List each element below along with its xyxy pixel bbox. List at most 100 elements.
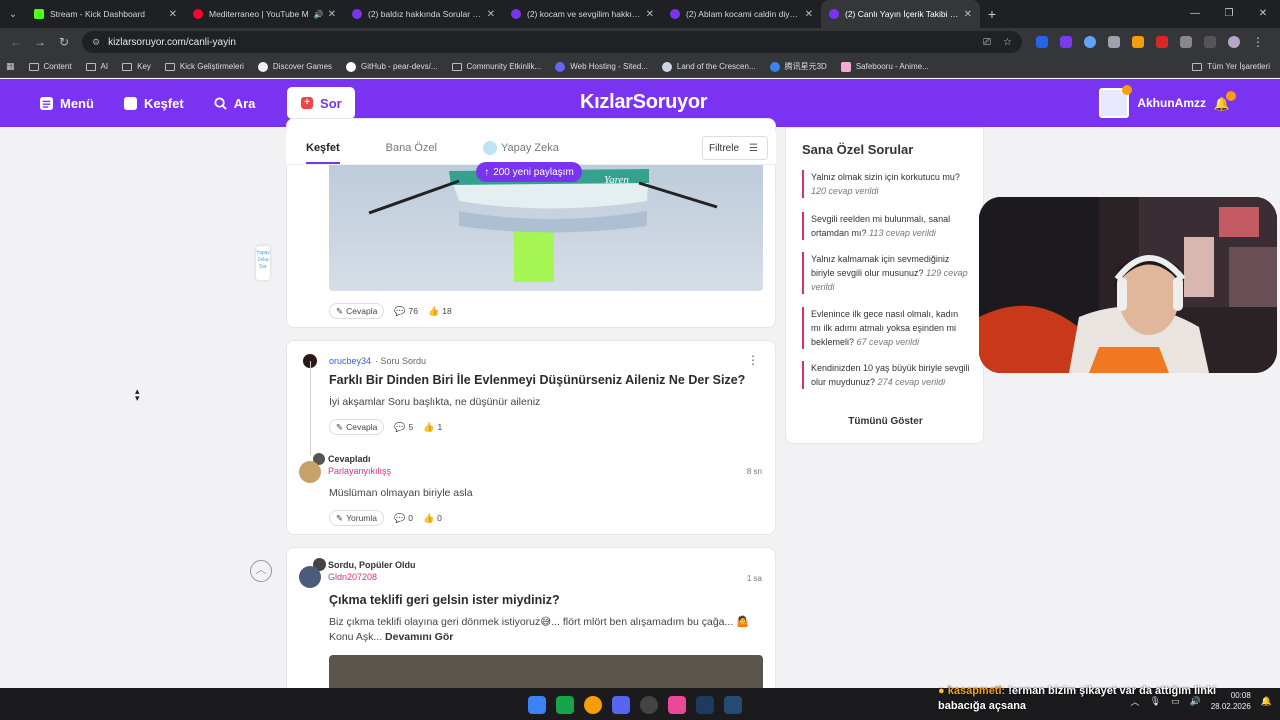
extension-icon[interactable]	[1060, 36, 1072, 48]
search-button[interactable]: Ara	[214, 96, 255, 111]
close-tab-icon[interactable]: ✕	[328, 9, 336, 20]
volume-icon[interactable]: 🔊	[1190, 696, 1201, 707]
close-tab-icon[interactable]: ✕	[646, 9, 654, 20]
bookmark-land-of-crescent[interactable]: Land of the Crescen...	[661, 61, 756, 72]
site-info-icon[interactable]: ⚙	[92, 37, 100, 48]
comment-count[interactable]: 💬 0	[394, 513, 413, 524]
avatar[interactable]	[299, 461, 321, 483]
sidebar-question[interactable]: Kendinizden 10 yaş büyük biriyle sevgili…	[802, 361, 970, 389]
comment-count[interactable]: 💬 5	[394, 422, 413, 433]
clock[interactable]: 00:08 28.02.2026	[1211, 690, 1251, 712]
minimize-icon[interactable]: —	[1178, 0, 1212, 28]
install-app-icon[interactable]: ⎚	[983, 37, 991, 48]
speaker-icon[interactable]: 🔊	[314, 10, 324, 19]
profile-avatar[interactable]	[1228, 36, 1240, 48]
tab-canli-yayin[interactable]: (2) Canlı Yayın İçerik Takibi - Kı ✕	[821, 0, 980, 28]
notification-center-icon[interactable]: 🔔	[1261, 696, 1272, 707]
post-image[interactable]	[329, 655, 763, 689]
tab-ai[interactable]: Yapay Zeka	[483, 140, 559, 155]
extension-icon[interactable]	[1084, 36, 1096, 48]
close-tab-icon[interactable]: ✕	[964, 9, 972, 20]
bookmark-tencent[interactable]: 腾讯星元3D	[769, 61, 827, 72]
tab-search-button[interactable]: ⌄	[0, 0, 26, 28]
bookmark-ai[interactable]: AI	[85, 62, 108, 71]
like-count[interactable]: 👍 18	[428, 306, 452, 317]
explore-button[interactable]: Keşfet	[123, 96, 184, 111]
app-icon[interactable]	[668, 696, 686, 714]
question-title[interactable]: Farklı Bir Dinden Biri İle Evlenmeyi Düş…	[329, 373, 745, 387]
forward-icon[interactable]: →	[28, 35, 52, 49]
monitor-icon[interactable]: ▭	[1171, 696, 1180, 707]
microphone-icon[interactable]: 🎙	[1150, 696, 1161, 707]
browser-menu-icon[interactable]: ⋮	[1252, 35, 1264, 49]
bookmark-key[interactable]: Key	[122, 62, 151, 71]
shield-extension-icon[interactable]	[1156, 36, 1168, 48]
post-author[interactable]: Gldn207208	[328, 572, 416, 582]
bookmark-discover-games[interactable]: Discover Games	[257, 61, 332, 72]
answer-button[interactable]: ✎ Cevapla	[329, 419, 385, 435]
like-count[interactable]: 👍 0	[423, 513, 442, 524]
chevron-up-icon[interactable]: ︿	[1131, 695, 1140, 708]
reload-icon[interactable]: ↻	[52, 35, 76, 49]
comment-count[interactable]: 💬 76	[394, 306, 418, 317]
bookmark-web-hosting[interactable]: Web Hosting - Sited...	[555, 61, 648, 72]
question-title[interactable]: Çıkma teklifi geri gelsin ister miydiniz…	[329, 593, 560, 607]
site-logo[interactable]: KızlarSoruyor	[580, 91, 708, 114]
extension-icon[interactable]	[1132, 36, 1144, 48]
steam-icon[interactable]	[724, 696, 742, 714]
tab-kocam[interactable]: (2) kocam ve sevgilim hakkında ✕	[503, 0, 662, 28]
reply-author[interactable]: Parlayanyıkılışş	[328, 466, 391, 476]
avatar[interactable]	[299, 566, 321, 588]
tab-baldiz[interactable]: (2) baldız hakkında Sorular - Kı ✕	[344, 0, 503, 28]
start-windows-icon[interactable]	[528, 696, 546, 714]
more-options-icon[interactable]: ⋮	[747, 353, 759, 367]
new-posts-pill[interactable]: ↑ 200 yeni paylaşım	[476, 162, 582, 182]
close-tab-icon[interactable]: ✕	[805, 9, 813, 20]
discord-icon[interactable]	[612, 696, 630, 714]
back-icon[interactable]: ←	[4, 35, 28, 49]
bookmark-community[interactable]: Community Etkinlik...	[451, 62, 541, 71]
sidebar-question[interactable]: Yalnız olmak sizin için korkutucu mu? 120…	[802, 170, 970, 198]
answer-button[interactable]: ✎ Cevapla	[329, 303, 385, 319]
chrome-icon[interactable]	[584, 696, 602, 714]
url-input[interactable]: ⚙ kizlarsoruyor.com/canli-yayin ⎚ ☆	[82, 31, 1022, 53]
new-tab-button[interactable]: +	[980, 0, 1004, 28]
bookmark-safebooru[interactable]: Safebooru - Anime...	[840, 61, 929, 72]
bookmark-content[interactable]: Content	[28, 62, 72, 71]
author-name[interactable]: orucbey34	[329, 356, 371, 366]
extension-icon[interactable]	[1036, 36, 1048, 48]
obs-icon[interactable]	[640, 696, 658, 714]
read-more-link[interactable]: Devamını Gör	[385, 631, 453, 643]
see-all-button[interactable]: Tümünü Göster	[786, 416, 985, 427]
bookmark-github[interactable]: GitHub - pear-devs/...	[346, 61, 438, 72]
tab-kick-dashboard[interactable]: Stream - Kick Dashboard ✕	[26, 0, 185, 28]
like-count[interactable]: 👍 1	[423, 422, 442, 433]
bookmark-star-icon[interactable]: ☆	[1003, 37, 1012, 48]
reading-list-icon[interactable]	[1204, 36, 1216, 48]
sidebar-question[interactable]: Evlenince ilk gece nasıl olmalı, kadın m…	[802, 307, 970, 349]
close-tab-icon[interactable]: ✕	[487, 9, 495, 20]
ask-button[interactable]: + Sor	[287, 87, 356, 119]
scroll-top-icon[interactable]: ︿	[250, 560, 272, 582]
ai-ask-float-button[interactable]: Yapay Zeka Sor	[256, 246, 270, 280]
close-tab-icon[interactable]: ✕	[169, 9, 177, 20]
tab-for-you[interactable]: Bana Özel	[386, 142, 437, 154]
xbox-icon[interactable]	[556, 696, 574, 714]
close-window-icon[interactable]: ✕	[1246, 0, 1280, 28]
menu-button[interactable]: Menü	[40, 96, 94, 111]
comment-button[interactable]: ✎ Yorumla	[329, 510, 384, 526]
bookmark-kick-gelistirmeleri[interactable]: Kick Geliştirmeleri	[164, 62, 244, 71]
sidebar-question[interactable]: Yalnız kalmamak için sevmediğiniz biriyl…	[802, 252, 970, 294]
filter-button[interactable]: Filtrele ☰	[702, 136, 768, 160]
notifications-bell-icon[interactable]: 🔔	[1214, 91, 1236, 112]
maximize-icon[interactable]: ❐	[1212, 0, 1246, 28]
extensions-puzzle-icon[interactable]	[1180, 36, 1192, 48]
tab-explore[interactable]: Keşfet	[306, 142, 340, 164]
apps-grid-icon[interactable]: ▦	[6, 61, 15, 72]
sidebar-question[interactable]: Sevgili reelden mi bulunmalı, sanal orta…	[802, 212, 970, 240]
all-bookmarks[interactable]: Tüm Yer İşaretleri	[1192, 62, 1270, 71]
camera-extension-icon[interactable]	[1108, 36, 1120, 48]
user-profile[interactable]: AkhunAmzz	[1099, 85, 1206, 118]
tab-ablam[interactable]: (2) Ablam kocami caldin diyo n ✕	[662, 0, 821, 28]
steam-icon[interactable]	[696, 696, 714, 714]
